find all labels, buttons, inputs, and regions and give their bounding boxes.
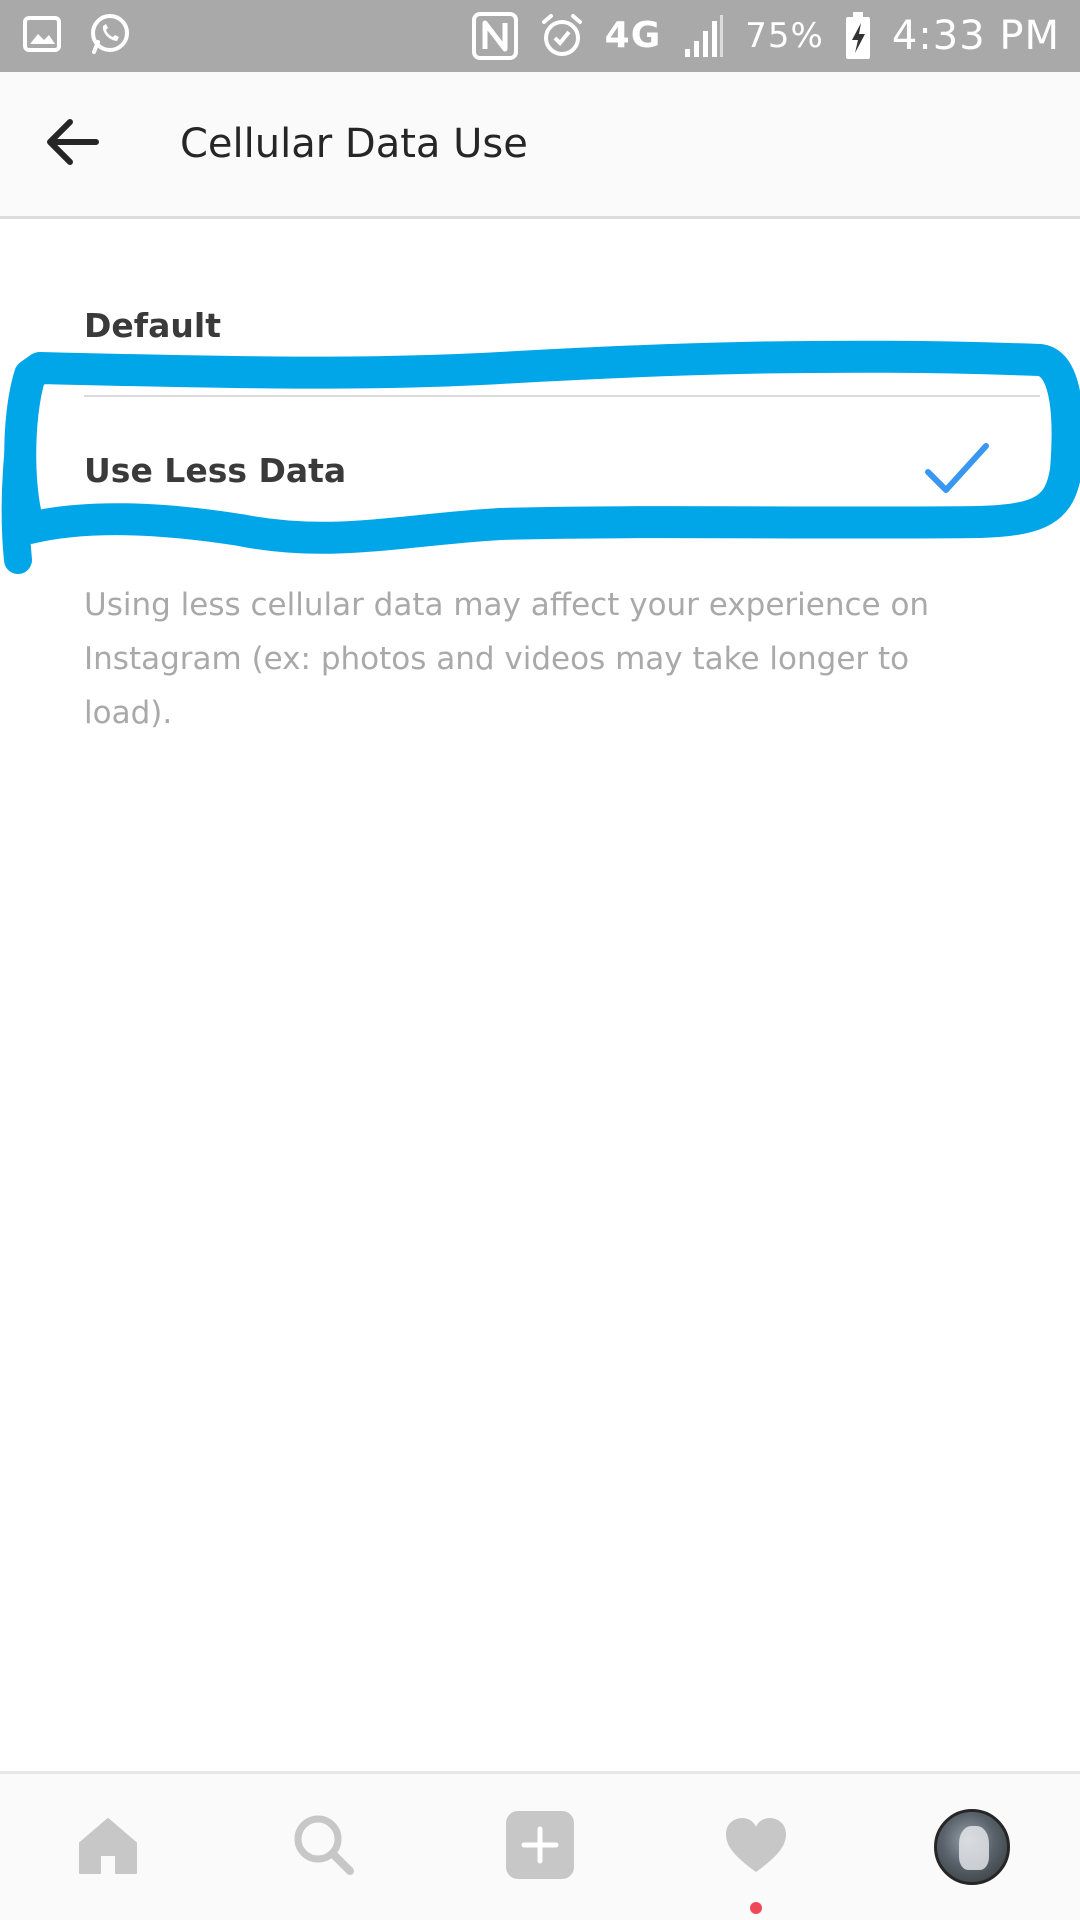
status-time: 4:33 PM <box>891 13 1060 59</box>
option-default-label: Default <box>84 305 221 345</box>
nav-activity[interactable] <box>648 1774 864 1920</box>
home-icon <box>76 1815 140 1879</box>
search-icon <box>292 1813 356 1881</box>
status-bar: 4G 75% 4:33 PM <box>0 0 1080 72</box>
checkmark-icon <box>922 438 992 498</box>
activity-heart-icon <box>724 1816 788 1878</box>
alarm-icon <box>539 12 585 60</box>
add-post-icon <box>504 1809 576 1885</box>
arrow-left-icon <box>44 118 100 170</box>
signal-icon <box>681 13 725 59</box>
nfc-icon <box>471 11 519 61</box>
activity-notification-dot <box>750 1902 762 1914</box>
page-title: Cellular Data Use <box>180 121 528 167</box>
divider <box>84 395 1040 397</box>
bottom-nav <box>0 1771 1080 1920</box>
nav-search[interactable] <box>216 1774 432 1920</box>
nav-profile[interactable] <box>864 1774 1080 1920</box>
image-icon <box>22 14 62 54</box>
back-button[interactable] <box>40 112 104 176</box>
app-header: Cellular Data Use <box>0 72 1080 219</box>
nav-home[interactable] <box>0 1774 216 1920</box>
network-type: 4G <box>604 15 662 56</box>
option-default[interactable]: Default <box>84 285 1040 365</box>
description-text: Using less cellular data may affect your… <box>84 587 930 731</box>
status-bar-right: 4G 75% 4:33 PM <box>471 8 1060 64</box>
battery-percent: 75% <box>745 16 824 56</box>
profile-avatar <box>934 1809 1010 1885</box>
option-use-less-data[interactable]: Use Less Data <box>84 430 1040 510</box>
battery-charging-icon <box>844 11 872 61</box>
whatsapp-icon <box>88 12 132 56</box>
status-bar-left <box>22 12 132 56</box>
option-use-less-data-label: Use Less Data <box>84 450 347 490</box>
nav-add-post[interactable] <box>432 1774 648 1920</box>
screen: 4G 75% 4:33 PM Cellular Data Use Default… <box>0 0 1080 1920</box>
